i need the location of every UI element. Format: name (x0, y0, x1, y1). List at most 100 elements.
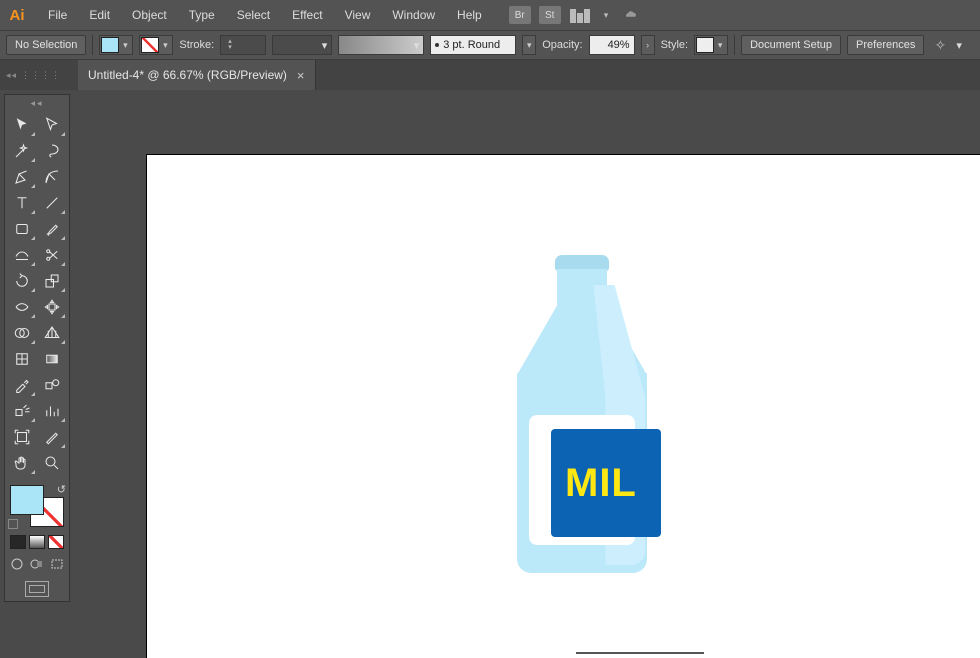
fill-indicator[interactable] (10, 485, 44, 515)
fill-stroke-indicator[interactable]: ↺ (8, 483, 66, 529)
tab-close-button[interactable]: × (297, 68, 305, 83)
arrange-documents-button[interactable] (570, 7, 594, 23)
curvature-tool[interactable] (38, 165, 66, 189)
mesh-tool[interactable] (8, 347, 36, 371)
fill-swatch[interactable]: ▾ (99, 35, 133, 55)
artboard[interactable]: MIL (146, 154, 980, 658)
pen-tool[interactable] (8, 165, 36, 189)
rectangle-tool[interactable] (8, 217, 36, 241)
brush-preset[interactable]: 3 pt. Round (430, 35, 516, 55)
fill-color-icon (101, 37, 119, 53)
free-transform-tool[interactable] (38, 295, 66, 319)
document-tab-row: Untitled-4* @ 66.67% (RGB/Preview) × (0, 60, 980, 90)
artwork-bottle[interactable]: MIL (517, 255, 647, 575)
fill-dropdown[interactable]: ▾ (119, 40, 131, 51)
symbol-sprayer-tool[interactable] (8, 399, 36, 423)
selection-state[interactable]: No Selection (6, 35, 86, 55)
default-fill-stroke-icon[interactable] (8, 519, 18, 529)
artboard-tool[interactable] (8, 425, 36, 449)
draw-normal-icon[interactable] (9, 557, 25, 571)
width-tool[interactable] (8, 295, 36, 319)
bridge-button[interactable]: Br (509, 6, 531, 24)
graphic-style-swatch[interactable]: ▾ (694, 35, 728, 55)
direct-selection-tool[interactable] (38, 113, 66, 137)
stroke-label: Stroke: (179, 39, 214, 51)
slice-tool[interactable] (38, 425, 66, 449)
brush-definition[interactable]: ▾ (338, 35, 424, 55)
eyedropper-tool[interactable] (8, 373, 36, 397)
brush-preset-label: 3 pt. Round (443, 39, 500, 51)
brush-preset-dropdown[interactable]: ▾ (522, 35, 536, 55)
bottle-label-text: MIL (565, 461, 637, 506)
stroke-none-icon (141, 37, 159, 53)
lasso-tool[interactable] (38, 139, 66, 163)
hand-tool[interactable] (8, 451, 36, 475)
gradient-tool[interactable] (38, 347, 66, 371)
menu-file[interactable]: File (38, 4, 77, 26)
menu-object[interactable]: Object (122, 4, 177, 26)
tools-collapse-grip[interactable]: ◂◂ (8, 99, 66, 109)
column-graph-tool[interactable] (38, 399, 66, 423)
scale-tool[interactable] (38, 269, 66, 293)
menu-type[interactable]: Type (179, 4, 225, 26)
color-mode-row (8, 535, 66, 549)
perspective-grid-tool[interactable] (38, 321, 66, 345)
screen-mode-button[interactable] (25, 581, 49, 597)
app-logo: Ai (6, 4, 28, 26)
graphic-style-dropdown[interactable]: ▾ (714, 40, 726, 51)
scissors-tool[interactable] (38, 243, 66, 267)
scroll-indicator (576, 652, 704, 654)
shaper-tool[interactable] (8, 243, 36, 267)
opacity-input[interactable]: 49% (589, 35, 635, 55)
opacity-label: Opacity: (542, 39, 582, 51)
zoom-tool[interactable] (38, 451, 66, 475)
menu-select[interactable]: Select (227, 4, 280, 26)
variable-width-profile[interactable]: ▾ (272, 35, 332, 55)
blend-tool[interactable] (38, 373, 66, 397)
grip-dots-icon: ⋮⋮⋮⋮ (21, 70, 61, 81)
stroke-weight-stepper[interactable]: ▴▾ (228, 39, 238, 51)
preferences-button[interactable]: Preferences (847, 35, 924, 55)
line-segment-tool[interactable] (38, 191, 66, 215)
align-flyout-dropdown[interactable]: ▾ (956, 39, 962, 52)
menu-window[interactable]: Window (382, 4, 445, 26)
draw-behind-icon[interactable] (29, 557, 45, 571)
color-mode-solid[interactable] (10, 535, 26, 549)
menu-bar: Ai File Edit Object Type Select Effect V… (0, 0, 980, 30)
collapse-grip-icon: ◂◂ (6, 70, 17, 81)
opacity-dropdown[interactable]: › (641, 35, 655, 55)
app-logo-text: Ai (10, 7, 25, 24)
drawing-mode-row (8, 557, 66, 571)
align-flyout-icon[interactable]: ✧ (930, 35, 950, 55)
tools-panel: ◂◂ ↺ (4, 94, 70, 602)
type-tool[interactable] (8, 191, 36, 215)
shape-builder-tool[interactable] (8, 321, 36, 345)
draw-inside-icon[interactable] (49, 557, 65, 571)
style-label: Style: (661, 39, 689, 51)
rotate-tool[interactable] (8, 269, 36, 293)
paintbrush-tool[interactable] (38, 217, 66, 241)
panel-collapse-handle[interactable]: ◂◂ ⋮⋮⋮⋮ (0, 60, 78, 90)
menu-help[interactable]: Help (447, 4, 492, 26)
document-tab-title: Untitled-4* @ 66.67% (RGB/Preview) (88, 68, 287, 82)
brush-dot-icon (435, 43, 439, 47)
canvas-area[interactable]: MIL (78, 90, 980, 658)
document-tab[interactable]: Untitled-4* @ 66.67% (RGB/Preview) × (78, 60, 316, 90)
menu-edit[interactable]: Edit (79, 4, 120, 26)
magic-wand-tool[interactable] (8, 139, 36, 163)
selection-tool[interactable] (8, 113, 36, 137)
bottle-label-blue: MIL (551, 429, 661, 537)
stroke-weight-input[interactable]: ▴▾ (220, 35, 266, 55)
swap-fill-stroke-icon[interactable]: ↺ (57, 483, 66, 496)
stroke-dropdown[interactable]: ▾ (159, 40, 171, 51)
gpu-preview-icon[interactable] (620, 6, 642, 24)
screen-mode-row (8, 581, 66, 597)
document-setup-button[interactable]: Document Setup (741, 35, 841, 55)
stroke-swatch[interactable]: ▾ (139, 35, 173, 55)
color-mode-none[interactable] (48, 535, 64, 549)
arrange-documents-dropdown[interactable]: ▾ (600, 10, 613, 21)
stock-button[interactable]: St (539, 6, 561, 24)
menu-effect[interactable]: Effect (282, 4, 332, 26)
menu-view[interactable]: View (335, 4, 381, 26)
color-mode-gradient[interactable] (29, 535, 45, 549)
